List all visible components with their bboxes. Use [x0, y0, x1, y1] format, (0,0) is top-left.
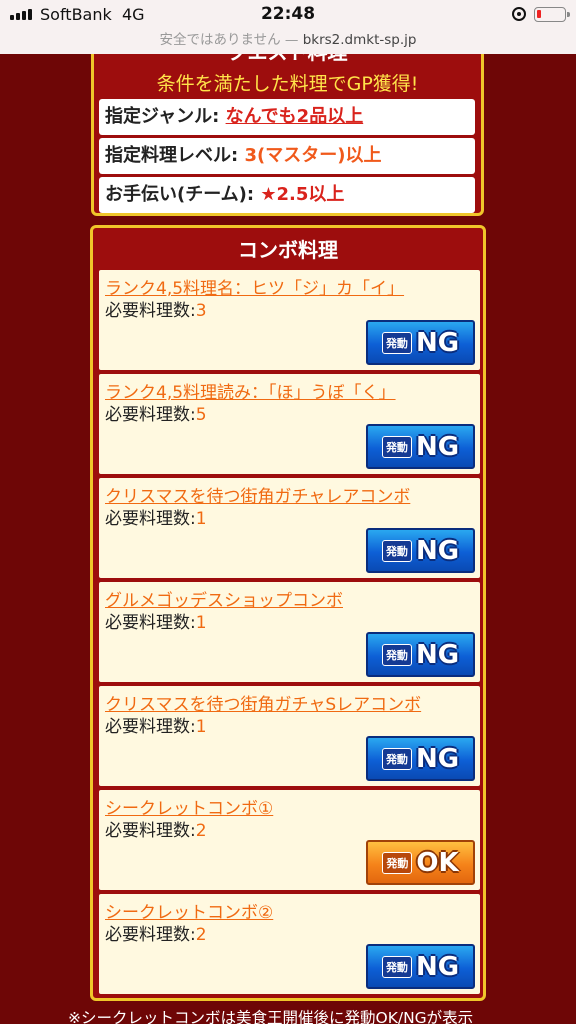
- activation-prefix: 発動: [381, 539, 412, 562]
- combo-required-count: 必要料理数:1: [105, 717, 207, 737]
- activation-status: NG: [415, 639, 460, 670]
- browser-status-bar: SoftBank 4G 22:48 安全ではありません — bkrs2.dmkt…: [0, 0, 576, 54]
- clock: 22:48: [260, 4, 316, 24]
- condition-value: ★2.5以上: [260, 184, 345, 205]
- activation-prefix: 発動: [381, 643, 412, 666]
- activation-status: OK: [416, 847, 459, 878]
- activation-prefix: 発動: [381, 955, 412, 978]
- battery-icon: [534, 7, 570, 22]
- combo-item: シークレットコンボ① 必要料理数:2 発動 OK: [99, 790, 480, 890]
- combo-panel: コンボ料理 ランク4,5料理名：ヒツ「ジ」カ「イ」 必要料理数:3 発動 NG ラ…: [90, 225, 486, 1001]
- condition-label: お手伝い(チーム):: [105, 184, 261, 205]
- activation-ng-button[interactable]: 発動 NG: [366, 632, 475, 677]
- combo-item: シークレットコンボ② 必要料理数:2 発動 NG: [99, 894, 480, 994]
- activation-status: NG: [415, 431, 460, 462]
- activation-status: NG: [415, 743, 460, 774]
- combo-item: クリスマスを待つ街角ガチャSレアコンボ 必要料理数:1 発動 NG: [99, 686, 480, 786]
- combo-item: ランク4,5料理名：ヒツ「ジ」カ「イ」 必要料理数:3 発動 NG: [99, 270, 480, 370]
- combo-required-count: 必要料理数:2: [105, 925, 207, 945]
- combo-required-count: 必要料理数:3: [105, 301, 207, 321]
- combo-required-count: 必要料理数:1: [105, 613, 207, 633]
- condition-level: 指定料理レベル: 3(マスター)以上: [99, 138, 475, 174]
- activation-ng-button[interactable]: 発動 NG: [366, 424, 475, 469]
- secret-combo-footnote: ※シークレットコンボは美食王開催後に発動OK/NGが表示: [68, 1009, 474, 1024]
- condition-genre: 指定ジャンル: なんでも2品以上: [99, 99, 475, 135]
- activation-ng-button[interactable]: 発動 NG: [366, 944, 475, 989]
- activation-status: NG: [415, 535, 460, 566]
- combo-required-count: 必要料理数:2: [105, 821, 207, 841]
- combo-item: ランク4,5料理読み：「ほ」うぼ「く」 必要料理数:5 発動 NG: [99, 374, 480, 474]
- condition-team: お手伝い(チーム): ★2.5以上: [99, 177, 475, 213]
- combo-item: クリスマスを待つ街角ガチャレアコンボ 必要料理数:1 発動 NG: [99, 478, 480, 578]
- insecure-label: 安全ではありません —: [159, 32, 299, 48]
- combo-required-count: 必要料理数:5: [105, 405, 207, 425]
- combo-title: コンボ料理: [238, 238, 338, 262]
- quest-card: クエスト料理 条件を満たした料理でGP獲得! 指定ジャンル: なんでも2品以上 …: [91, 40, 484, 216]
- combo-required-count: 必要料理数:1: [105, 509, 207, 529]
- activation-prefix: 発動: [381, 331, 412, 354]
- url-bar[interactable]: 安全ではありません — bkrs2.dmkt-sp.jp: [0, 28, 576, 48]
- quest-subtitle: 条件を満たした料理でGP獲得!: [156, 73, 419, 95]
- activation-prefix: 発動: [382, 851, 413, 874]
- activation-ng-button[interactable]: 発動 NG: [366, 320, 475, 365]
- activation-status: NG: [415, 327, 460, 358]
- condition-value: 3(マスター)以上: [244, 145, 382, 166]
- url-host: bkrs2.dmkt-sp.jp: [302, 32, 417, 48]
- condition-label: 指定ジャンル:: [105, 106, 226, 127]
- combo-item: グルメゴッデスショップコンボ 必要料理数:1 発動 NG: [99, 582, 480, 682]
- activation-prefix: 発動: [381, 435, 412, 458]
- activation-ng-button[interactable]: 発動 NG: [366, 736, 475, 781]
- activation-status: NG: [415, 951, 460, 982]
- activation-ok-button[interactable]: 発動 OK: [366, 840, 475, 885]
- condition-genre-link[interactable]: なんでも2品以上: [226, 106, 364, 127]
- activation-ng-button[interactable]: 発動 NG: [366, 528, 475, 573]
- system-status-row: SoftBank 4G 22:48: [0, 0, 576, 30]
- orientation-lock-icon: [512, 7, 526, 21]
- condition-label: 指定料理レベル:: [105, 145, 245, 166]
- activation-prefix: 発動: [381, 747, 412, 770]
